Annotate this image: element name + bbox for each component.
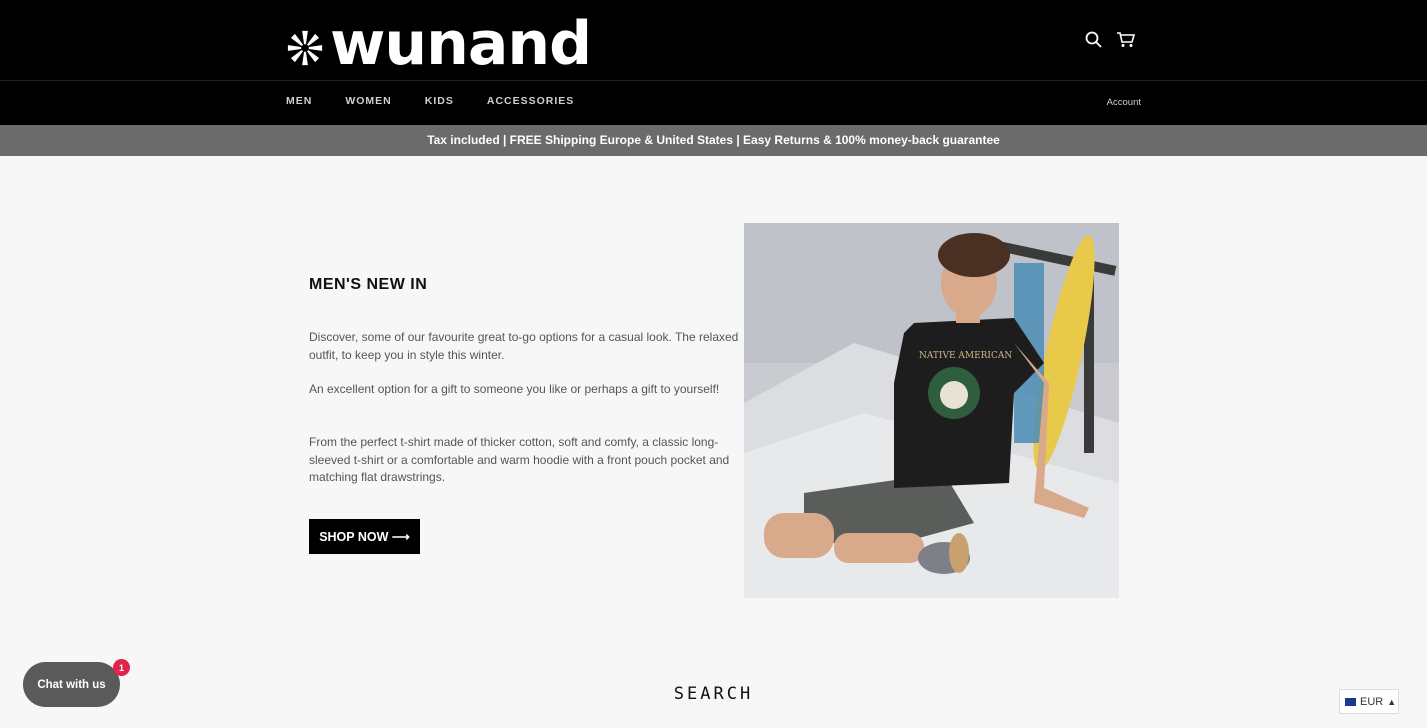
chat-button[interactable]: Chat with us — [23, 662, 120, 707]
logo-text: wunand — [330, 9, 592, 79]
nav-item-accessories[interactable]: ACCESSORIES — [487, 95, 574, 107]
chat-badge: 1 — [113, 659, 130, 676]
account-link[interactable]: Account — [1107, 97, 1141, 108]
main-nav: MEN WOMEN KIDS ACCESSORIES — [286, 95, 607, 107]
search-icon[interactable] — [1084, 30, 1104, 50]
nav-item-kids[interactable]: KIDS — [425, 95, 454, 107]
logo-icon — [287, 30, 323, 66]
feature-title: MEN'S NEW IN — [309, 276, 428, 293]
site-header: wunand MEN WOMEN KIDS ACCESSORIES Accoun… — [0, 0, 1427, 125]
currency-value: EUR — [1360, 695, 1384, 708]
feature-paragraph: An excellent option for a gift to someon… — [309, 382, 720, 396]
chevron-up-icon: ▲ — [1387, 696, 1397, 707]
search-heading: SEARCH — [673, 684, 754, 704]
eu-flag-icon — [1345, 697, 1356, 706]
logo[interactable]: wunand — [286, 9, 592, 79]
nav-item-women[interactable]: WOMEN — [345, 95, 391, 107]
header-divider — [0, 80, 1427, 81]
announcement-bar: Tax included | FREE Shipping Europe & Un… — [0, 125, 1427, 156]
currency-selector[interactable]: EUR ▲ — [1339, 689, 1399, 714]
feature-paragraph: Discover, some of our favourite great to… — [309, 330, 739, 362]
feature-paragraph: From the perfect t-shirt made of thicker… — [309, 435, 730, 484]
cart-icon[interactable] — [1116, 30, 1136, 50]
nav-item-men[interactable]: MEN — [286, 95, 312, 107]
hero-image[interactable]: NATIVE AMERICAN — [744, 223, 1119, 598]
shop-now-button[interactable]: SHOP NOW ⟶ — [309, 519, 420, 554]
shirt-text: NATIVE AMERICAN — [919, 351, 1012, 361]
